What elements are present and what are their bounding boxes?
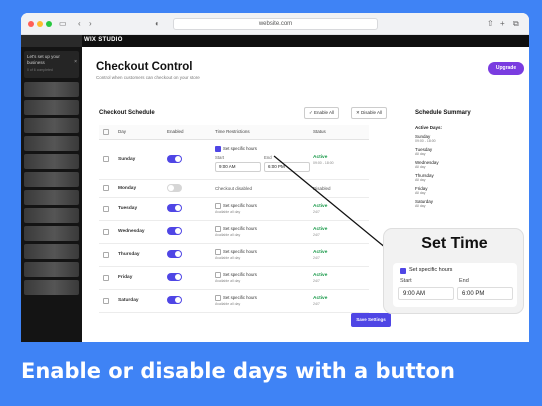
callout-title: Set Time: [421, 235, 488, 252]
callout-end-label: End: [459, 278, 469, 284]
caption-text: Enable or disable days with a button: [21, 359, 455, 383]
pointer-arrow: [273, 155, 395, 255]
callout-end-input[interactable]: 6:00 PM: [457, 287, 513, 300]
callout-start-input[interactable]: 9:00 AM: [398, 287, 454, 300]
checked-checkbox[interactable]: [400, 268, 406, 274]
callout-start-label: Start: [400, 278, 412, 284]
set-time-callout: Set Time Set specific hours Start End 9:…: [383, 228, 524, 314]
callout-card: Set specific hours Start End 9:00 AM 6:0…: [393, 263, 517, 307]
callout-checkbox-label: Set specific hours: [409, 267, 453, 273]
